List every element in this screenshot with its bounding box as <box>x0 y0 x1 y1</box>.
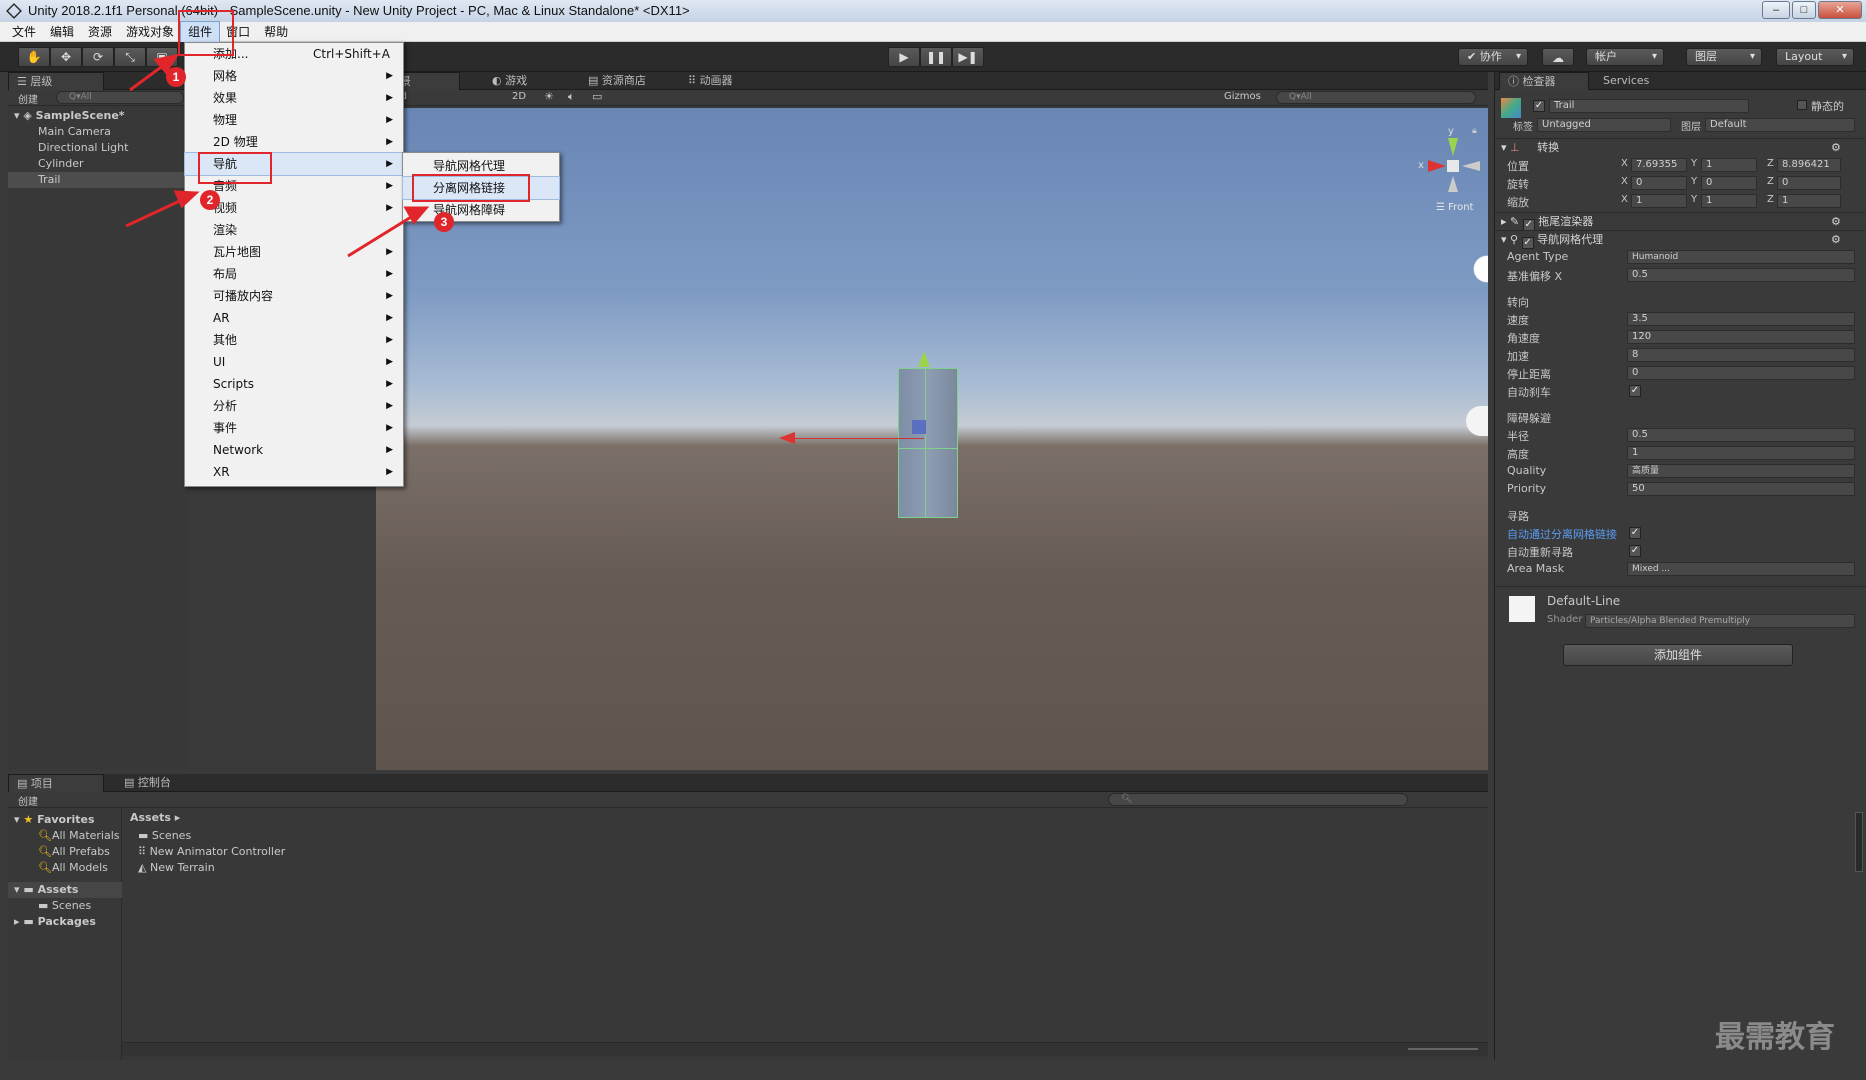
arrow-3-line <box>347 212 417 258</box>
arrow-2-line <box>125 196 187 228</box>
arrow-2-head-icon <box>173 190 200 209</box>
annotation-arrows <box>125 53 430 258</box>
annotation-badge-2: 2 <box>200 190 220 210</box>
annotation-badge-1: 1 <box>166 67 186 87</box>
annotation-badge-3: 3 <box>434 212 454 232</box>
